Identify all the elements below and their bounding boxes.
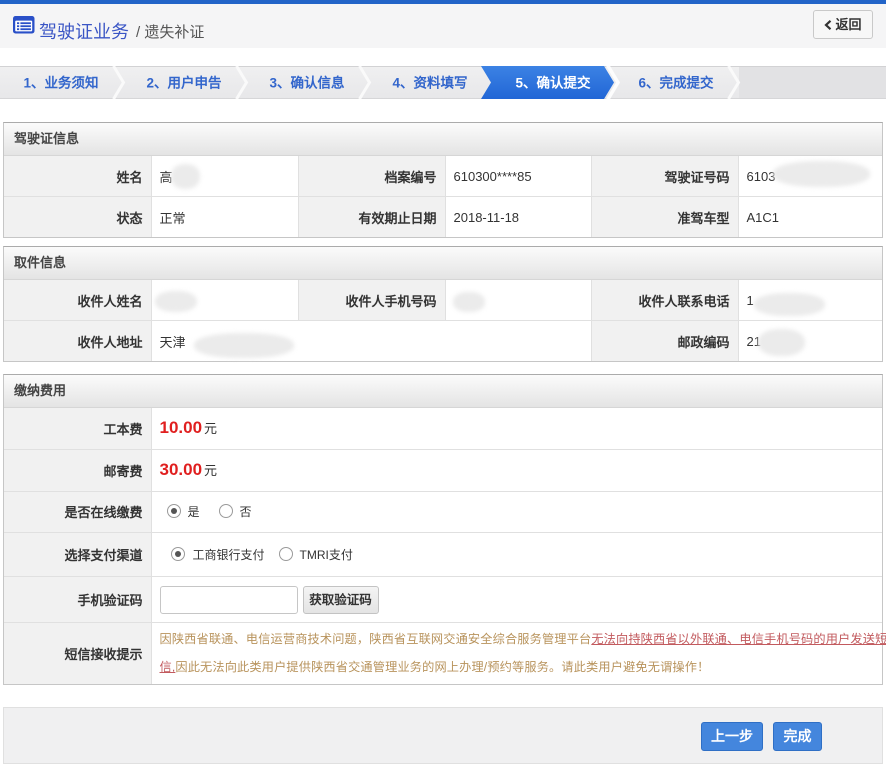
svg-text:4、资料填写: 4、资料填写 [392, 75, 467, 91]
svg-text:1、业务须知: 1、业务须知 [23, 75, 98, 91]
svg-text:5、确认提交: 5、确认提交 [515, 75, 591, 91]
svg-text:6、完成提交: 6、完成提交 [638, 75, 714, 91]
svg-text:3、确认信息: 3、确认信息 [269, 75, 345, 91]
svg-text:2、用户申告: 2、用户申告 [146, 75, 221, 91]
